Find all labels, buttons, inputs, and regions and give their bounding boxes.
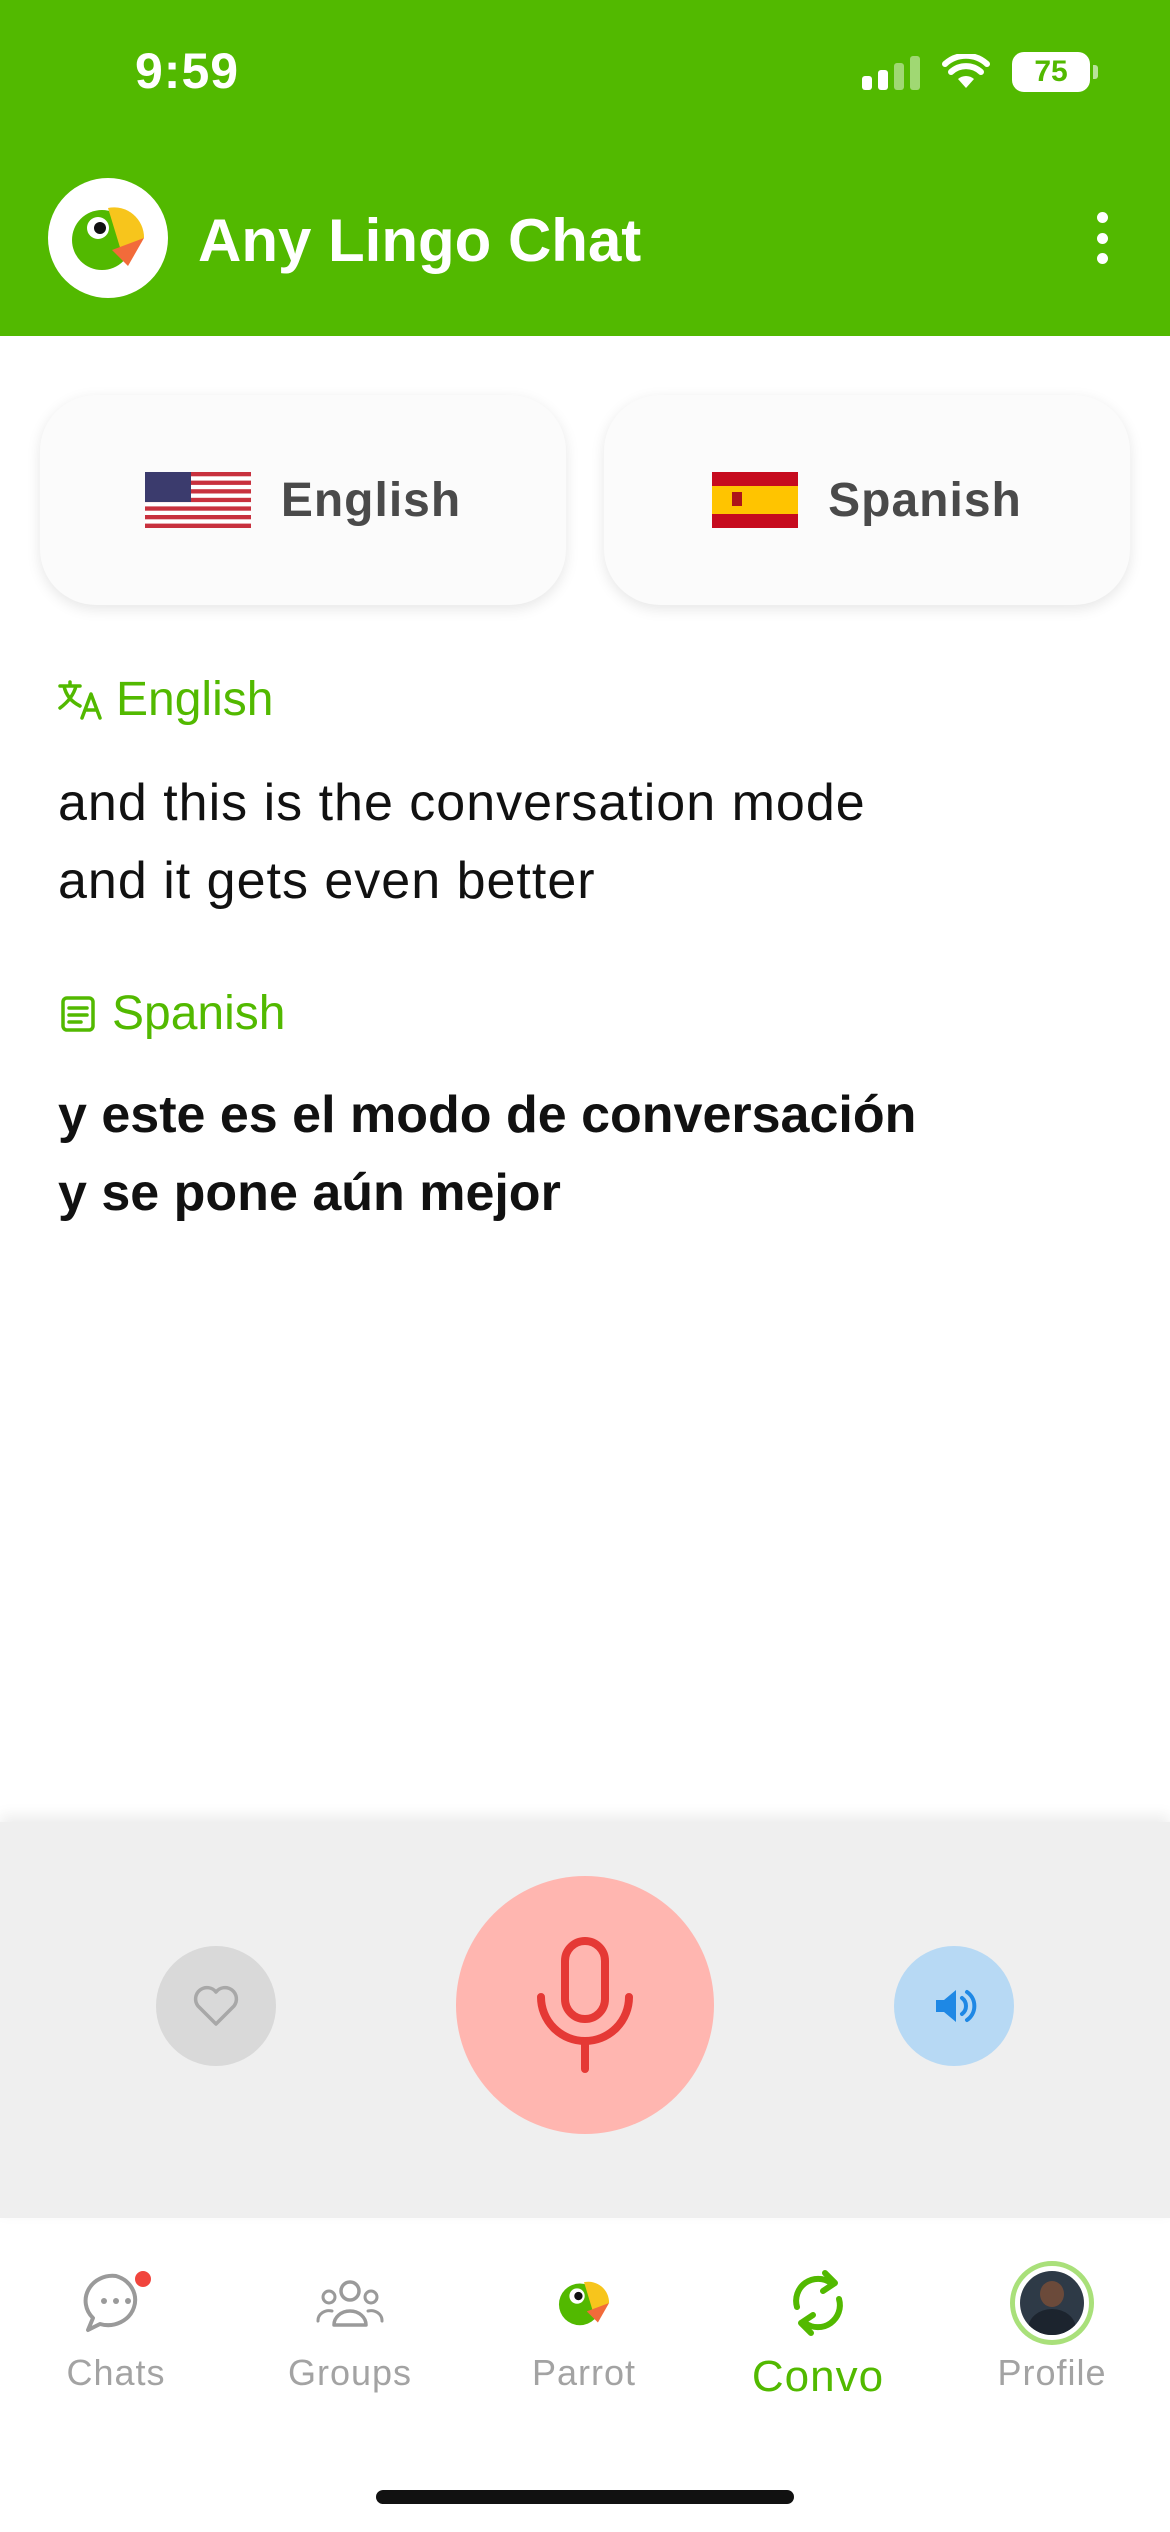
microphone-icon (537, 1937, 633, 2073)
nav-item-parrot[interactable]: Parrot (484, 2258, 684, 2394)
translated-text: y este es el modo de conversación y se p… (58, 1076, 1098, 1232)
parrot-icon (72, 207, 145, 270)
battery-level: 75 (1034, 55, 1068, 88)
nav-item-convo[interactable]: Convo (718, 2258, 918, 2402)
signal-icon (862, 54, 920, 90)
groups-icon (315, 2258, 385, 2348)
nav-label-convo: Convo (751, 2352, 885, 2401)
nav-label-profile: Profile (997, 2352, 1107, 2393)
app-logo (48, 178, 168, 298)
parrot-icon (549, 2258, 619, 2348)
target-language-name: Spanish (828, 473, 1022, 527)
translated-line: y este es el modo de conversación (58, 1086, 917, 1144)
conversation-screen: 9:59 75 Any Lingo Chat English Spanish E… (0, 0, 1170, 2532)
sync-icon (785, 2258, 851, 2348)
chat-bubble-icon (82, 2258, 154, 2348)
profile-avatar-wrap (1010, 2258, 1094, 2348)
target-language-selector[interactable]: Spanish (604, 395, 1130, 605)
translated-line: y se pone aún mejor (58, 1164, 561, 1222)
status-time: 9:59 (135, 43, 240, 99)
translate-icon (58, 679, 102, 720)
favorite-button[interactable] (156, 1946, 276, 2066)
document-icon (61, 995, 95, 1032)
nav-item-profile[interactable]: Profile (952, 2258, 1152, 2394)
us-flag-icon (144, 472, 251, 528)
source-line: and it gets even better (58, 852, 596, 910)
microphone-button[interactable] (456, 1876, 714, 2134)
speaker-button[interactable] (894, 1946, 1014, 2066)
source-section-label: English (58, 672, 273, 727)
nav-label-parrot: Parrot (531, 2352, 637, 2393)
unread-badge (132, 2268, 154, 2290)
source-language-name: English (280, 473, 462, 527)
wifi-icon (942, 54, 990, 88)
battery-icon: 75 (1012, 52, 1098, 92)
heart-icon (193, 1985, 239, 2026)
app-header: 9:59 75 Any Lingo Chat (0, 0, 1170, 336)
speaker-icon (936, 1990, 977, 2022)
nav-label-chats: Chats (66, 2352, 166, 2393)
status-icons: 75 (862, 52, 1098, 92)
target-section-label: Spanish (58, 986, 285, 1041)
source-line: and this is the conversation mode (58, 774, 866, 832)
source-transcript: and this is the conversation mode and it… (58, 764, 1098, 920)
nav-label-groups: Groups (287, 2352, 413, 2393)
source-section-language: English (116, 673, 274, 726)
nav-item-chats[interactable]: Chats (16, 2258, 216, 2394)
home-indicator (376, 2490, 794, 2504)
avatar (1010, 2261, 1094, 2345)
target-section-language: Spanish (112, 987, 286, 1040)
app-title: Any Lingo Chat (198, 207, 642, 274)
source-language-selector[interactable]: English (40, 395, 566, 605)
spain-flag-icon (712, 472, 799, 528)
more-vertical-icon[interactable] (1092, 212, 1112, 264)
nav-item-groups[interactable]: Groups (250, 2258, 450, 2394)
